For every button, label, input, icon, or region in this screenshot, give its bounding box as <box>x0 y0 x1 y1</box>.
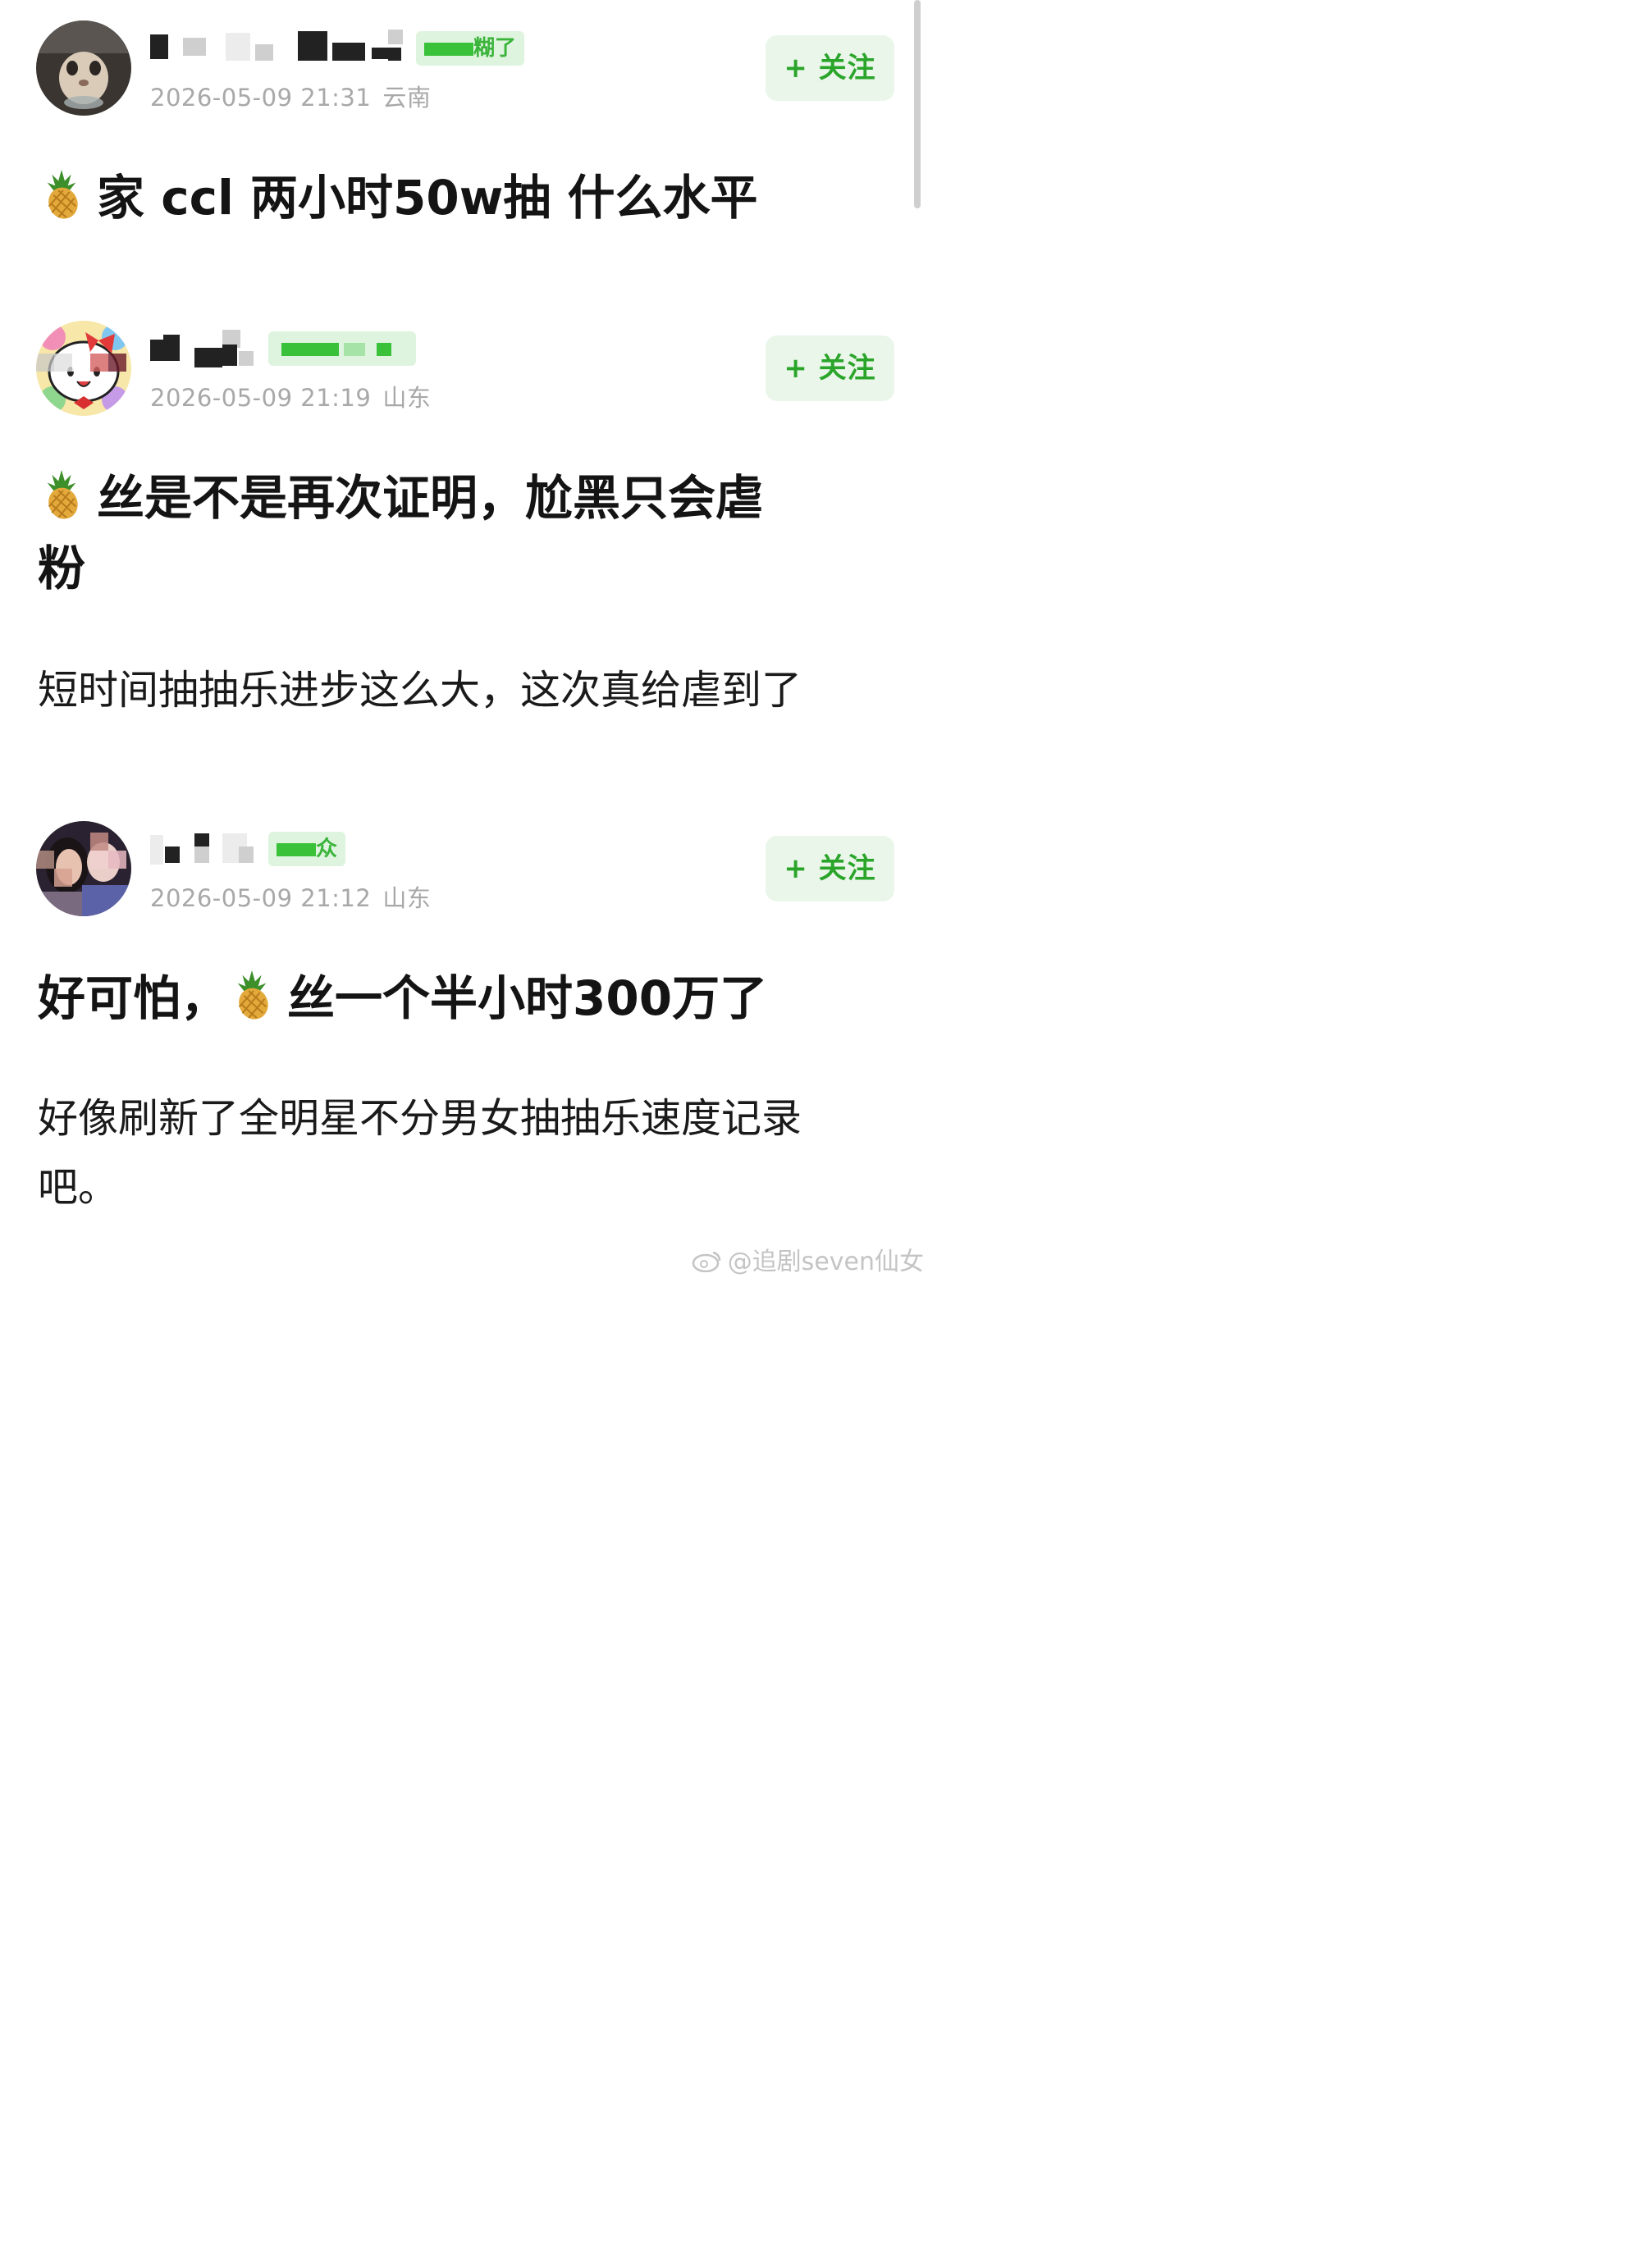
post-title-text: 好可怕， <box>38 970 229 1026</box>
avatar[interactable] <box>36 321 131 416</box>
fan-badge <box>268 331 416 366</box>
post-body: 短时间抽抽乐进步这么大，这次真给虐到了 <box>38 667 802 714</box>
badge-redacted <box>277 842 316 856</box>
post-title: 家 ccl 两小时50w抽 什么水平 <box>38 162 891 233</box>
post-title-line: 丝是不是再次证明，尬黑只会虐 <box>38 463 891 533</box>
post-timestamp: 2026-05-09 21:31 <box>150 84 372 112</box>
pineapple-icon <box>38 167 85 221</box>
post-location: 山东 <box>382 384 432 412</box>
follow-button[interactable]: + 关注 <box>766 335 894 401</box>
follow-button[interactable]: + 关注 <box>766 836 894 901</box>
post-meta: 2026-05-09 21:31 云南 <box>150 79 431 113</box>
pineapple-icon <box>38 467 85 521</box>
fan-badge: 糊了 <box>416 31 525 66</box>
post-title-text: 丝是不是再次证明，尬黑只会虐 <box>97 470 764 526</box>
post-location: 山东 <box>382 884 432 912</box>
post-meta: 2026-05-09 21:12 山东 <box>150 879 431 914</box>
badge-text: 糊了 <box>473 36 517 61</box>
scrollbar[interactable] <box>914 0 921 208</box>
post-body: 好像刷新了全明星不分男女抽抽乐速度记录 吧。 <box>38 1084 891 1222</box>
post-meta: 2026-05-09 21:19 山东 <box>150 379 431 413</box>
pineapple-icon <box>228 967 276 1021</box>
post-body-line: 吧。 <box>38 1164 119 1211</box>
watermark-text: @追剧seven仙女 <box>727 1248 924 1276</box>
post-title-text: 家 ccl 两小时50w抽 什么水平 <box>97 170 758 226</box>
follow-button[interactable]: + 关注 <box>766 35 894 101</box>
post-timestamp: 2026-05-09 21:19 <box>150 384 372 412</box>
feed-page: 糊了 2026-05-09 21:31 云南 + 关注 家 ccl 两小时50w抽… <box>0 0 924 1282</box>
post-title: 丝是不是再次证明，尬黑只会虐 粉 <box>38 463 891 604</box>
badge-redacted <box>344 342 365 356</box>
post-title-line: 粉 <box>38 541 86 596</box>
badge-text: 众 <box>316 837 338 861</box>
fan-badge: 众 <box>268 832 346 866</box>
badge-redacted <box>281 342 339 356</box>
badge-redacted <box>377 342 391 356</box>
weibo-logo-icon <box>692 1251 720 1272</box>
post-timestamp: 2026-05-09 21:12 <box>150 884 372 912</box>
avatar[interactable] <box>36 21 131 116</box>
post-body-line: 好像刷新了全明星不分男女抽抽乐速度记录 <box>38 1095 802 1142</box>
post-location: 云南 <box>382 84 432 112</box>
badge-redacted <box>424 42 473 56</box>
post-title-text: 丝一个半小时300万了 <box>287 970 768 1026</box>
avatar[interactable] <box>36 821 131 916</box>
watermark: @追剧seven仙女 <box>692 1241 924 1277</box>
post-title: 好可怕， 丝一个半小时300万了 <box>38 963 891 1034</box>
